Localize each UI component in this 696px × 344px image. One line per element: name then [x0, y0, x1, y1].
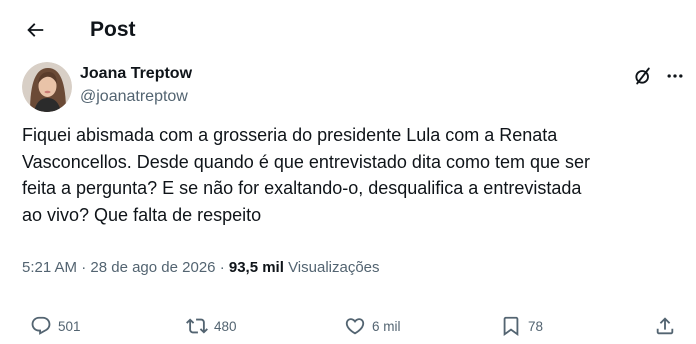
bookmark-count: 78	[528, 318, 544, 334]
reply-button[interactable]: 501	[30, 312, 81, 340]
avatar-image	[22, 62, 72, 112]
views-count: 93,5 mil	[228, 259, 284, 276]
post-text: Fiquei abismada com a grosseria do presi…	[22, 125, 591, 225]
more-horizontal-icon	[667, 74, 683, 78]
arrow-left-icon	[27, 23, 44, 37]
heart-icon	[345, 318, 365, 335]
like-count: 6 mil	[372, 318, 401, 334]
share-button[interactable]	[654, 312, 676, 340]
post-time[interactable]: 5:21 AM	[22, 259, 77, 276]
meta-separator: ·	[219, 259, 225, 276]
grok-button[interactable]	[631, 64, 655, 88]
repost-icon	[186, 318, 208, 334]
views-label: Visualizações	[288, 259, 380, 276]
repost-count: 480	[214, 318, 237, 334]
bookmark-button[interactable]: 78	[500, 312, 543, 340]
page-title: Post	[90, 18, 136, 41]
author-handle[interactable]: @joanatreptow	[80, 87, 188, 107]
repost-button[interactable]: 480	[186, 312, 237, 340]
bookmark-icon	[503, 316, 519, 337]
more-options-button[interactable]	[663, 64, 687, 88]
grok-icon	[635, 67, 650, 85]
author-name[interactable]: Joana Treptow	[80, 64, 192, 84]
avatar[interactable]	[22, 62, 72, 112]
share-icon	[656, 317, 674, 335]
meta-separator: ·	[81, 259, 87, 276]
post-date[interactable]: 28 de ago de 2026	[90, 259, 215, 276]
header-bar: Post	[0, 0, 696, 60]
reply-count: 501	[58, 318, 81, 334]
reply-icon	[31, 316, 51, 335]
post-metadata: 5:21 AM · 28 de ago de 2026 · 93,5 mil V…	[22, 258, 380, 278]
back-button[interactable]	[18, 13, 52, 47]
like-button[interactable]: 6 mil	[344, 312, 401, 340]
